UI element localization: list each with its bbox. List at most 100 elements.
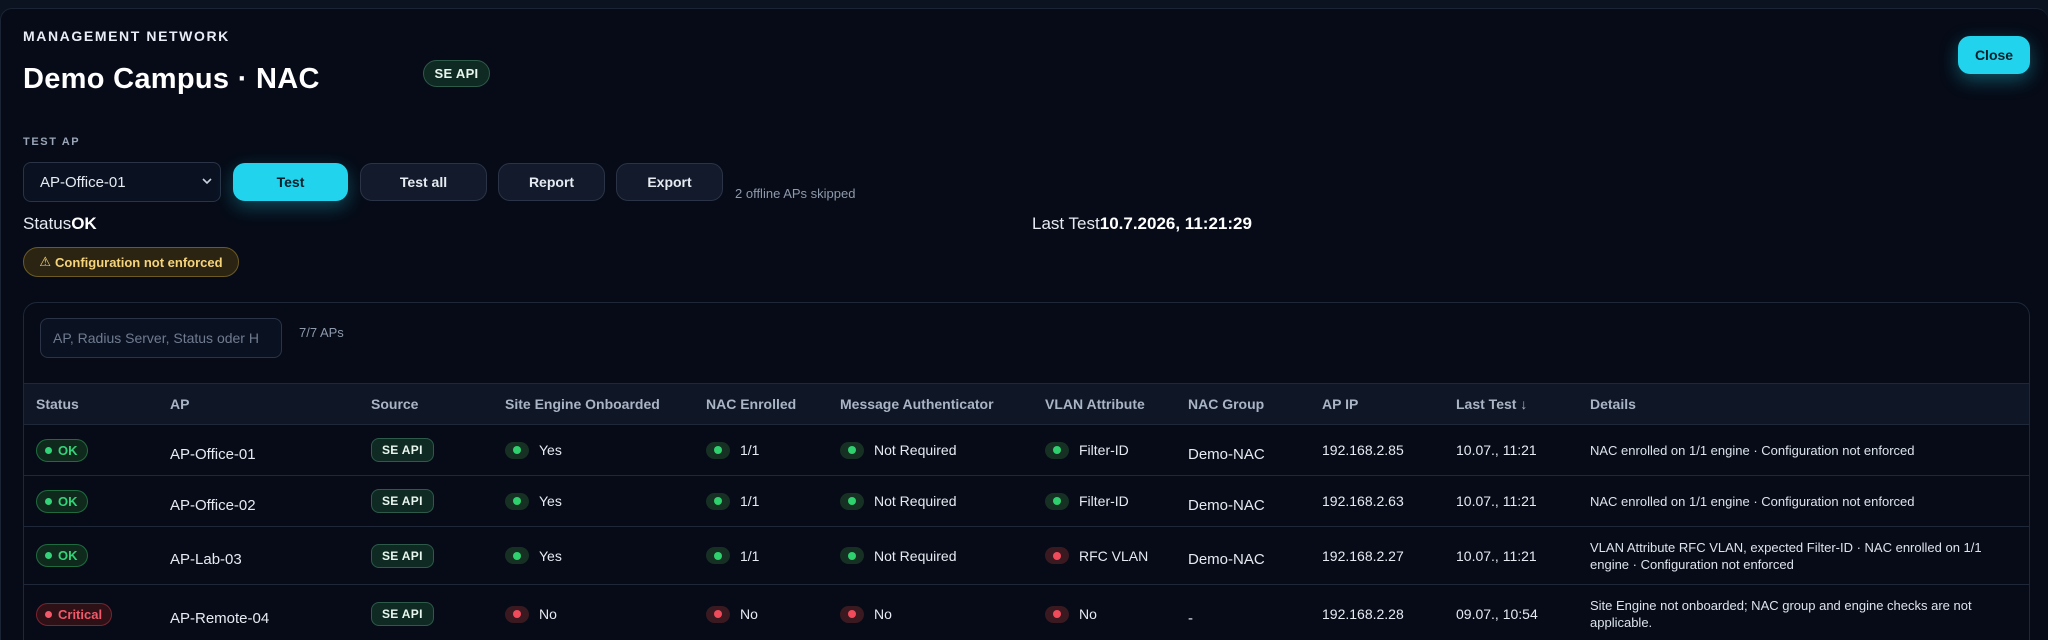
details: NAC enrolled on 1/1 engine · Configurati… [1578, 475, 2029, 527]
enrolled-cell: 1/1 [694, 475, 828, 527]
test-ap-label: TEST AP [23, 136, 81, 148]
enrolled-cell: 1/1 [694, 526, 828, 585]
onboarded-cell: Yes [493, 526, 694, 585]
green-light-icon [840, 441, 864, 459]
ap-name: AP-Remote-04 [158, 584, 359, 640]
ap-ip: 192.168.2.63 [1310, 475, 1444, 527]
source-badge: SE API [371, 438, 434, 462]
source-badge: SE API [371, 543, 434, 568]
nac-dialog: MANAGEMENT NETWORK Demo Campus · NAC SE … [0, 8, 2048, 640]
status-cell: OK [24, 424, 158, 476]
ap-ip: 192.168.2.27 [1310, 526, 1444, 585]
green-light-icon [840, 492, 864, 510]
onboarded-value: Yes [539, 493, 562, 510]
enrolled-value: No [740, 606, 758, 623]
column-header-last-test[interactable]: Last Test ↓ [1444, 383, 1578, 425]
status-text: OK [58, 493, 78, 509]
column-header-source[interactable]: Source [359, 383, 493, 425]
vlan-cell: RFC VLAN [1033, 526, 1176, 585]
onboarded-cell: Yes [493, 424, 694, 476]
msg-auth-cell: No [828, 584, 1033, 640]
msg-auth-cell: Not Required [828, 424, 1033, 476]
status-pill: OK [36, 544, 88, 567]
ap-select[interactable]: AP-Office-01 [23, 162, 221, 202]
column-header-group[interactable]: NAC Group [1176, 383, 1310, 425]
last-test: 10.07., 11:21 [1444, 424, 1578, 476]
red-light-icon [1045, 605, 1069, 623]
export-button[interactable]: Export [616, 163, 723, 201]
column-header-vlan[interactable]: VLAN Attribute [1033, 383, 1176, 425]
red-light-icon [706, 605, 730, 623]
green-light-icon [505, 441, 529, 459]
column-header-status[interactable]: Status [24, 383, 158, 425]
nac-group: Demo-NAC [1176, 526, 1310, 585]
ap-ip: 192.168.2.28 [1310, 584, 1444, 640]
last-test: 10.07., 11:21 [1444, 475, 1578, 527]
msg-auth-cell: Not Required [828, 475, 1033, 527]
source-badge: SE API [371, 602, 434, 626]
ap-ip: 192.168.2.85 [1310, 424, 1444, 476]
vlan-value: Filter-ID [1079, 493, 1129, 510]
column-header-ip[interactable]: AP IP [1310, 383, 1444, 425]
nac-group: - [1176, 584, 1310, 640]
ap-name: AP-Office-02 [158, 475, 359, 527]
source-cell: SE API [359, 584, 493, 640]
status-text: OK [58, 442, 78, 458]
enrolled-value: 1/1 [740, 547, 760, 564]
vlan-cell: No [1033, 584, 1176, 640]
ap-table-card: 7/7 APs Status AP Source Site Engine Onb… [23, 302, 2030, 640]
source-cell: SE API [359, 475, 493, 527]
onboarded-value: Yes [539, 442, 562, 459]
report-button[interactable]: Report [498, 163, 605, 201]
green-light-icon [505, 492, 529, 510]
status-pill: OK [36, 438, 88, 462]
search-input[interactable] [40, 318, 282, 358]
enrolled-value: 1/1 [740, 442, 760, 459]
onboarded-cell: Yes [493, 475, 694, 527]
last-test-summary: Last Test10.7.2026, 11:21:29 [1032, 214, 1252, 234]
msg-auth-value: Not Required [874, 442, 957, 459]
column-header-ap[interactable]: AP [158, 383, 359, 425]
warning-icon: ⚠ [39, 254, 52, 269]
ap-select-value: AP-Office-01 [40, 173, 126, 191]
details: NAC enrolled on 1/1 engine · Configurati… [1578, 424, 2029, 476]
nac-group: Demo-NAC [1176, 424, 1310, 476]
column-header-enrolled[interactable]: NAC Enrolled [694, 383, 828, 425]
page-title: Demo Campus · NAC [23, 63, 320, 95]
enrolled-cell: 1/1 [694, 424, 828, 476]
eyebrow-label: MANAGEMENT NETWORK [23, 28, 230, 44]
ap-table: Status AP Source Site Engine Onboarded N… [24, 383, 2029, 640]
source-badge: SE API [423, 60, 490, 87]
last-test-label: Last Test [1032, 214, 1100, 233]
onboarded-cell: No [493, 584, 694, 640]
details: Site Engine not onboarded; NAC group and… [1578, 584, 2029, 640]
table-row[interactable]: OK AP-Office-02 SE API Yes 1/1 Not Requi… [24, 475, 2029, 527]
table-header-row: Status AP Source Site Engine Onboarded N… [24, 383, 2029, 425]
enrolled-cell: No [694, 584, 828, 640]
test-button[interactable]: Test [233, 163, 348, 201]
last-test: 10.07., 11:21 [1444, 526, 1578, 585]
table-row[interactable]: OK AP-Office-01 SE API Yes 1/1 Not Requi… [24, 424, 2029, 476]
ap-count: 7/7 APs [299, 325, 344, 340]
vlan-cell: Filter-ID [1033, 424, 1176, 476]
table-row[interactable]: OK AP-Lab-03 SE API Yes 1/1 Not Required… [24, 526, 2029, 585]
green-light-icon [706, 492, 730, 510]
table-row[interactable]: Critical AP-Remote-04 SE API No No No No… [24, 584, 2029, 640]
status-label: Status [23, 214, 72, 233]
red-light-icon [505, 605, 529, 623]
test-all-button[interactable]: Test all [360, 163, 487, 201]
status-summary: StatusOK [23, 214, 97, 234]
warning-text: Configuration not enforced [55, 254, 223, 270]
close-button[interactable]: Close [1958, 36, 2030, 74]
column-header-msg-auth[interactable]: Message Authenticator [828, 383, 1033, 425]
last-test: 09.07., 10:54 [1444, 584, 1578, 640]
nac-group: Demo-NAC [1176, 475, 1310, 527]
status-dot-icon [45, 497, 52, 505]
msg-auth-value: Not Required [874, 493, 957, 510]
column-header-details[interactable]: Details [1578, 383, 2029, 425]
msg-auth-value: No [874, 606, 892, 623]
status-cell: OK [24, 526, 158, 585]
column-header-onboarded[interactable]: Site Engine Onboarded [493, 383, 694, 425]
vlan-value: No [1079, 606, 1097, 623]
green-light-icon [1045, 492, 1069, 510]
